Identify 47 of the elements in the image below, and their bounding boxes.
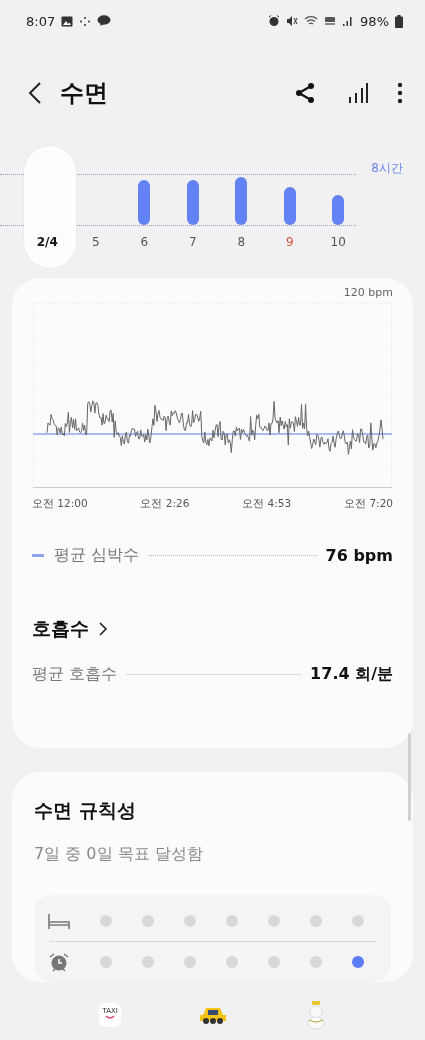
day-label[interactable]: 10	[330, 235, 346, 249]
alarm-icon	[268, 15, 281, 27]
y-max-label: 120 bpm	[343, 286, 393, 299]
day-label[interactable]: 5	[91, 235, 100, 249]
sleep-bar[interactable]	[283, 187, 296, 225]
status-time: 8:07	[26, 13, 56, 29]
image-icon	[61, 15, 74, 27]
sleep-bar[interactable]	[138, 180, 151, 225]
back-icon[interactable]	[28, 81, 42, 105]
page-title: 수면	[60, 78, 108, 109]
average-heart-rate-label: 평균 심박수	[54, 545, 140, 566]
share-icon[interactable]	[295, 82, 315, 104]
smile-icon	[105, 1015, 116, 1019]
day-label[interactable]: 7	[188, 235, 197, 249]
average-line-legend	[32, 554, 44, 557]
time-axis-label: 오전 12:00	[32, 497, 88, 511]
average-respiration-label: 평균 호흡수	[32, 664, 118, 685]
sleep-bar[interactable]	[332, 195, 345, 225]
time-axis-label: 오전 7:20	[344, 497, 393, 511]
signal-icon	[342, 15, 355, 27]
day-label[interactable]: 9	[285, 235, 294, 249]
day-label[interactable]: 8	[237, 235, 246, 249]
time-axis-label: 오전 2:26	[140, 497, 190, 511]
chat-bubble-icon	[97, 15, 112, 27]
bar-chart-icon[interactable]	[347, 82, 369, 104]
day-label[interactable]: 6	[140, 235, 149, 249]
bed-icon	[48, 912, 70, 930]
average-heart-rate-value: 76 bpm	[325, 546, 393, 565]
regularity-summary: 7일 중 0일 목표 달성함	[34, 844, 204, 865]
average-respiration-value: 17.4 회/분	[310, 664, 393, 685]
time-axis-label: 오전 4:53	[242, 497, 292, 511]
sleep-bar[interactable]	[235, 177, 248, 225]
battery-percent: 98%	[360, 13, 389, 29]
mute-icon	[286, 15, 299, 27]
figure-icon[interactable]	[305, 1000, 326, 1030]
wifi-icon	[304, 15, 319, 27]
sleep-bar[interactable]	[186, 180, 199, 225]
more-icon[interactable]	[397, 82, 403, 104]
regularity-title: 수면 규칙성	[34, 798, 137, 823]
battery-icon	[395, 14, 403, 28]
chevron-right-icon[interactable]	[99, 622, 108, 636]
goal-label: 8시간	[371, 160, 403, 177]
scrollbar[interactable]	[408, 733, 411, 821]
respiration-title[interactable]: 호흡수	[32, 616, 89, 642]
dots-icon	[79, 15, 92, 27]
alarm-clock-icon	[48, 952, 70, 972]
day-label[interactable]: 2/4	[36, 235, 58, 249]
